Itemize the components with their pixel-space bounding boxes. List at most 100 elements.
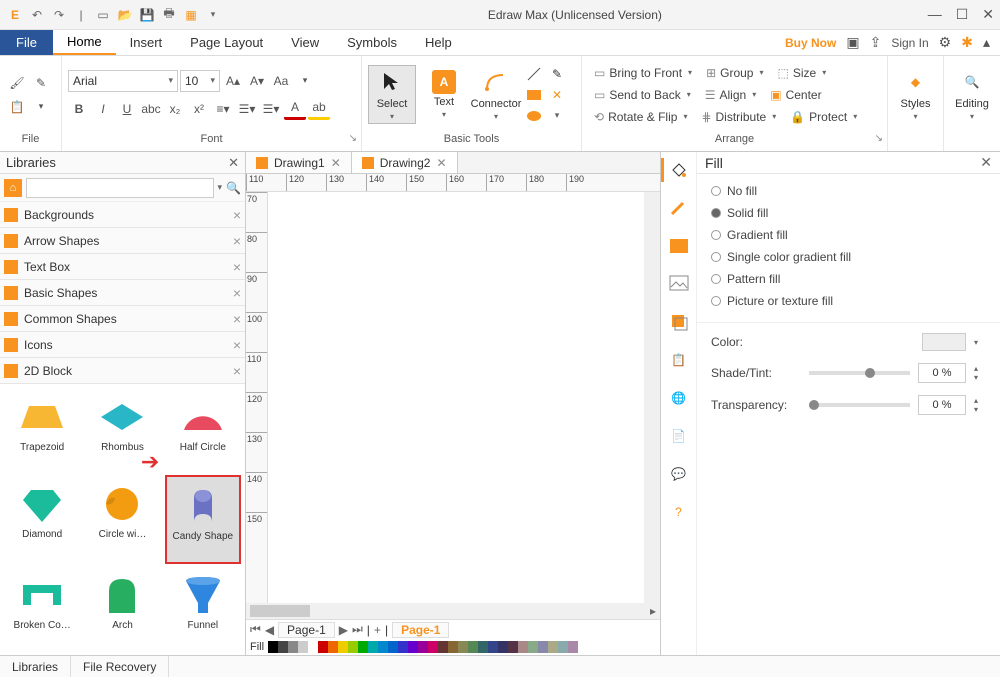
protect-button[interactable]: 🔒Protect▾ xyxy=(784,106,863,128)
color-swatch[interactable] xyxy=(418,641,428,653)
fill-option-radio[interactable]: Picture or texture fill xyxy=(711,294,986,308)
shadow-icon[interactable] xyxy=(667,234,691,258)
new-icon[interactable]: ▭ xyxy=(94,6,112,24)
share-icon[interactable]: ⇪ xyxy=(870,34,882,51)
page-first-icon[interactable]: ⏮ xyxy=(250,622,261,637)
library-shape-item[interactable]: Diamond xyxy=(4,475,80,564)
menu-insert[interactable]: Insert xyxy=(116,30,177,55)
qr-icon[interactable]: ▣ xyxy=(846,34,859,51)
size-button[interactable]: ⬚Size▾ xyxy=(772,62,833,84)
clear-format-icon[interactable]: ▾ xyxy=(294,70,316,92)
select-tool[interactable]: Select▾ xyxy=(368,65,416,124)
color-swatch[interactable] xyxy=(428,641,438,653)
subscript-icon[interactable]: x₂ xyxy=(164,98,186,120)
save-icon[interactable]: 💾 xyxy=(138,6,156,24)
library-category[interactable]: Arrow Shapes× xyxy=(0,228,245,254)
library-shape-item[interactable]: Funnel xyxy=(165,566,241,651)
fill-color-swatch[interactable] xyxy=(922,333,966,351)
close-tab-icon[interactable]: ✕ xyxy=(436,156,446,170)
category-close-icon[interactable]: × xyxy=(233,285,241,301)
pencil-shape-icon[interactable]: ✎ xyxy=(547,65,567,83)
color-swatch[interactable] xyxy=(348,641,358,653)
more-shapes-icon[interactable]: ▾ xyxy=(547,107,567,125)
color-swatch[interactable] xyxy=(448,641,458,653)
shrink-font-icon[interactable]: A▾ xyxy=(246,70,268,92)
color-swatch[interactable] xyxy=(408,641,418,653)
rotate-flip-button[interactable]: ⟲Rotate & Flip▾ xyxy=(588,106,693,128)
color-swatch[interactable] xyxy=(518,641,528,653)
spin-down-icon[interactable]: ▾ xyxy=(974,373,986,382)
collapse-ribbon-icon[interactable]: ▴ xyxy=(983,34,990,51)
library-shape-item[interactable]: Circle wi… xyxy=(84,475,160,564)
format-painter-icon[interactable]: 🖌 xyxy=(6,72,28,94)
globe-icon[interactable]: 🌐 xyxy=(667,386,691,410)
font-size-combo[interactable]: 10▾ xyxy=(180,70,220,92)
fill-option-radio[interactable]: No fill xyxy=(711,184,986,198)
buy-now-link[interactable]: Buy Now xyxy=(785,36,836,50)
library-shape-item[interactable]: Arch xyxy=(84,566,160,651)
category-close-icon[interactable]: × xyxy=(233,337,241,353)
color-swatch[interactable] xyxy=(508,641,518,653)
grow-font-icon[interactable]: A▴ xyxy=(222,70,244,92)
distribute-button[interactable]: ⋕Distribute▾ xyxy=(695,106,782,128)
spin-up-icon[interactable]: ▴ xyxy=(974,364,986,373)
change-case-icon[interactable]: Aa xyxy=(270,70,292,92)
clipboard-icon[interactable]: 📋 xyxy=(667,348,691,372)
color-swatch[interactable] xyxy=(328,641,338,653)
library-category[interactable]: Basic Shapes× xyxy=(0,280,245,306)
underline-icon[interactable]: U xyxy=(116,98,138,120)
comment-icon[interactable]: 💬 xyxy=(667,462,691,486)
maximize-button[interactable]: ☐ xyxy=(956,6,969,23)
styles-button[interactable]: ◆Styles▾ xyxy=(894,65,937,124)
color-swatch[interactable] xyxy=(318,641,328,653)
library-category[interactable]: Text Box× xyxy=(0,254,245,280)
picture-icon[interactable] xyxy=(667,272,691,296)
send-to-back-button[interactable]: ▭Send to Back▾ xyxy=(588,84,697,106)
sign-in-link[interactable]: Sign In xyxy=(891,36,928,50)
color-swatch[interactable] xyxy=(548,641,558,653)
file-menu[interactable]: File xyxy=(0,30,53,55)
library-home-icon[interactable]: ⌂ xyxy=(4,179,22,197)
vertical-scrollbar[interactable] xyxy=(644,192,660,603)
color-swatch[interactable] xyxy=(538,641,548,653)
library-shape-item[interactable]: Broken Co… xyxy=(4,566,80,651)
color-swatch[interactable] xyxy=(388,641,398,653)
options-icon[interactable]: ▦ xyxy=(182,6,200,24)
spin-up-icon[interactable]: ▴ xyxy=(974,396,986,405)
library-shape-item[interactable]: ➔Candy Shape xyxy=(165,475,241,564)
color-swatch[interactable] xyxy=(568,641,578,653)
editing-button[interactable]: 🔍Editing▾ xyxy=(950,65,994,124)
menu-page-layout[interactable]: Page Layout xyxy=(176,30,277,55)
center-button[interactable]: ▣Center xyxy=(764,84,827,106)
color-dropdown-icon[interactable]: ▾ xyxy=(974,338,986,347)
font-color-icon[interactable]: A xyxy=(284,98,306,120)
color-swatch[interactable] xyxy=(268,641,278,653)
menu-help[interactable]: Help xyxy=(411,30,466,55)
bullets-icon[interactable]: ☰▾ xyxy=(236,98,258,120)
color-swatch[interactable] xyxy=(438,641,448,653)
color-swatch[interactable] xyxy=(528,641,538,653)
library-category[interactable]: 2D Block× xyxy=(0,358,245,384)
library-search-input[interactable] xyxy=(26,178,214,198)
close-button[interactable]: ✕ xyxy=(982,6,994,23)
strike-icon[interactable]: abc xyxy=(140,98,162,120)
align-icon[interactable]: ☰▾ xyxy=(260,98,282,120)
ellipse-shape-icon[interactable] xyxy=(524,107,544,125)
text-tool[interactable]: A Text▾ xyxy=(420,67,468,122)
close-tab-icon[interactable]: ✕ xyxy=(331,156,341,170)
color-swatch[interactable] xyxy=(378,641,388,653)
color-swatch[interactable] xyxy=(398,641,408,653)
menu-home[interactable]: Home xyxy=(53,30,116,55)
font-name-combo[interactable]: Arial▾ xyxy=(68,70,178,92)
category-close-icon[interactable]: × xyxy=(233,311,241,327)
color-swatch[interactable] xyxy=(498,641,508,653)
fill-bucket-icon[interactable] xyxy=(667,158,691,182)
line-shape-icon[interactable] xyxy=(524,65,544,83)
color-swatch[interactable] xyxy=(368,641,378,653)
help-icon[interactable]: ? xyxy=(667,500,691,524)
bottom-tab-libraries[interactable]: Libraries xyxy=(0,656,71,677)
color-swatch[interactable] xyxy=(458,641,468,653)
library-category[interactable]: Icons× xyxy=(0,332,245,358)
brush-icon[interactable]: ✎ xyxy=(30,72,52,94)
gear-icon[interactable]: ⚙ xyxy=(939,34,952,51)
